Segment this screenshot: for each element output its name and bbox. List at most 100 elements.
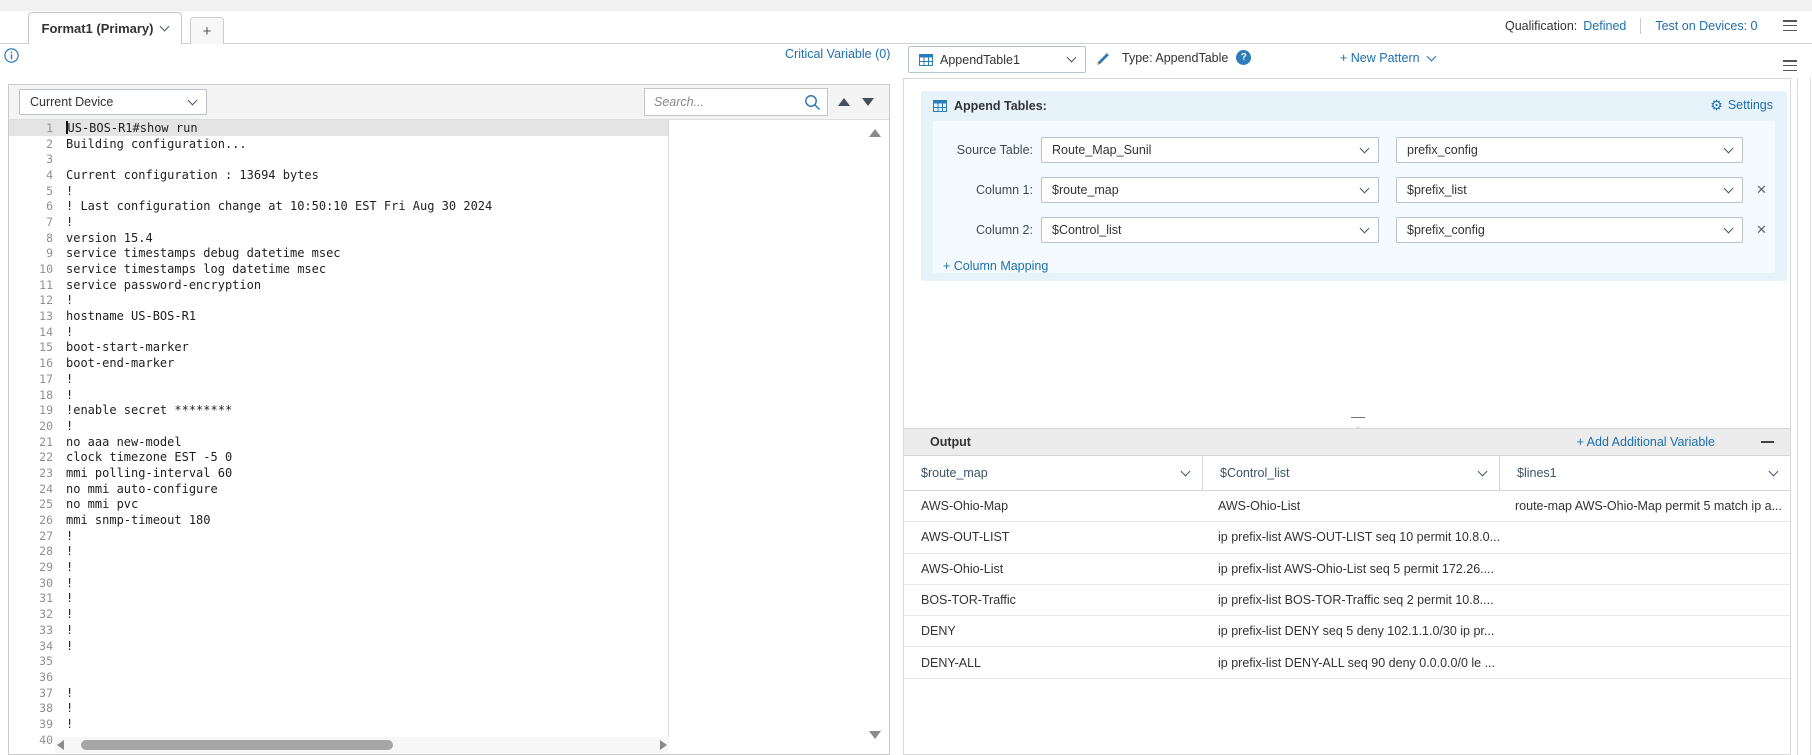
append-left-select[interactable]: $Control_list (1041, 217, 1379, 243)
code-line[interactable]: 31! (9, 591, 668, 607)
horizontal-scrollbar[interactable] (55, 737, 669, 753)
test-on-devices-link[interactable]: Test on Devices: 0 (1655, 19, 1757, 33)
code-line[interactable]: 33! (9, 622, 668, 638)
code-line[interactable]: 20! (9, 418, 668, 434)
output-row[interactable]: AWS-Ohio-Listip prefix-list AWS-Ohio-Lis… (904, 554, 1790, 585)
find-previous-button[interactable] (838, 98, 850, 106)
code-line[interactable]: 18! (9, 387, 668, 403)
search-icon[interactable] (804, 94, 821, 111)
code-line[interactable]: 16boot-end-marker (9, 355, 668, 371)
append-left-select[interactable]: $route_map (1041, 177, 1379, 203)
find-next-button[interactable] (862, 98, 874, 106)
code-line[interactable]: 2Building configuration... (9, 136, 668, 152)
line-number: 12 (9, 293, 53, 307)
qualification-label: Qualification: (1505, 19, 1577, 33)
remove-column-button[interactable]: ✕ (1756, 182, 1767, 198)
hamburger-menu-icon[interactable] (1783, 20, 1797, 31)
append-table-row: Column 1:$route_map$prefix_list✕ (933, 177, 1775, 203)
code-line[interactable]: 21no aaa new-model (9, 434, 668, 450)
code-line[interactable]: 8version 15.4 (9, 230, 668, 246)
code-line[interactable]: 7! (9, 214, 668, 230)
code-line[interactable]: 9service timestamps debug datetime msec (9, 246, 668, 262)
right-scrollbar-track[interactable] (1797, 78, 1811, 755)
code-line[interactable]: 19!enable secret ******** (9, 402, 668, 418)
critical-variable-link[interactable]: Critical Variable (0) (785, 47, 890, 61)
add-tab-button[interactable]: + (190, 17, 224, 44)
code-line[interactable]: 22clock timezone EST -5 0 (9, 449, 668, 465)
output-row[interactable]: AWS-Ohio-MapAWS-Ohio-Listroute-map AWS-O… (904, 491, 1790, 522)
code-line[interactable]: 28! (9, 544, 668, 560)
output-row[interactable]: AWS-OUT-LISTip prefix-list AWS-OUT-LIST … (904, 522, 1790, 553)
line-number: 28 (9, 544, 53, 558)
append-right-select[interactable]: $prefix_config (1396, 217, 1743, 243)
output-row[interactable]: DENY-ALLip prefix-list DENY-ALL seq 90 d… (904, 647, 1790, 678)
code-line[interactable]: 39! (9, 716, 668, 732)
output-column-header[interactable]: $Control_list (1203, 456, 1500, 490)
device-select[interactable]: Current Device (19, 89, 207, 115)
code-line[interactable]: 26mmi snmp-timeout 180 (9, 512, 668, 528)
scroll-up-arrow-icon[interactable] (869, 129, 881, 137)
pattern-type: Type: AppendTable ? (1122, 50, 1251, 65)
line-number: 19 (9, 403, 53, 417)
output-row[interactable]: DENYip prefix-list DENY seq 5 deny 102.1… (904, 616, 1790, 647)
scroll-left-arrow-icon[interactable] (57, 740, 64, 750)
code-line[interactable]: 30! (9, 575, 668, 591)
code-line[interactable]: 4Current configuration : 13694 bytes (9, 167, 668, 183)
editor-toolbar: Current Device (9, 85, 889, 120)
code-line[interactable]: 24no mmi auto-configure (9, 481, 668, 497)
code-lines: 1US-BOS-R1#show run2Building configurati… (9, 120, 668, 748)
append-left-select[interactable]: Route_Map_Sunil (1041, 137, 1379, 163)
code-line[interactable]: 5! (9, 183, 668, 199)
minus-icon[interactable] (1761, 441, 1774, 443)
append-right-select[interactable]: prefix_config (1396, 137, 1743, 163)
code-line[interactable]: 38! (9, 700, 668, 716)
line-number: 27 (9, 529, 53, 543)
settings-button[interactable]: ⚙ Settings (1710, 98, 1773, 112)
code-line[interactable]: 36 (9, 669, 668, 685)
text-cursor (66, 121, 68, 134)
scroll-down-arrow-icon[interactable] (869, 731, 881, 739)
hamburger-menu-icon[interactable] (1783, 60, 1797, 71)
new-pattern-button[interactable]: + New Pattern (1340, 51, 1435, 65)
code-line[interactable]: 34! (9, 638, 668, 654)
qualification-value-link[interactable]: Defined (1583, 19, 1626, 33)
output-section: Output + Add Additional Variable $route_… (904, 428, 1790, 679)
code-line[interactable]: 29! (9, 559, 668, 575)
line-number: 36 (9, 670, 53, 684)
search-input[interactable] (654, 95, 804, 109)
info-icon[interactable] (4, 48, 19, 68)
output-row[interactable]: BOS-TOR-Trafficip prefix-list BOS-TOR-Tr… (904, 585, 1790, 616)
code-line[interactable]: 10service timestamps log datetime msec (9, 261, 668, 277)
code-line[interactable]: 1US-BOS-R1#show run (9, 120, 668, 136)
tab-format1-primary[interactable]: Format1 (Primary) (28, 12, 182, 44)
code-line[interactable]: 15boot-start-marker (9, 340, 668, 356)
scrollbar-thumb[interactable] (81, 740, 393, 750)
code-line[interactable]: 13hostname US-BOS-R1 (9, 308, 668, 324)
code-line[interactable]: 11service password-encryption (9, 277, 668, 293)
output-column-header[interactable]: $route_map (904, 456, 1203, 490)
add-additional-variable-link[interactable]: + Add Additional Variable (1577, 435, 1715, 449)
add-column-mapping-link[interactable]: + Column Mapping (943, 259, 1048, 273)
code-line[interactable]: 23mmi polling-interval 60 (9, 465, 668, 481)
code-line[interactable]: 25no mmi pvc (9, 497, 668, 513)
output-column-header[interactable]: $lines1 (1500, 456, 1790, 490)
remove-column-button[interactable]: ✕ (1756, 222, 1767, 238)
output-cell: AWS-Ohio-List (904, 562, 1203, 576)
append-row-label: Source Table: (933, 143, 1033, 157)
scroll-right-arrow-icon[interactable] (660, 740, 667, 750)
code-line[interactable]: 6! Last configuration change at 10:50:10… (9, 198, 668, 214)
code-line[interactable]: 12! (9, 293, 668, 309)
code-line[interactable]: 37! (9, 685, 668, 701)
code-line[interactable]: 14! (9, 324, 668, 340)
code-line[interactable]: 27! (9, 528, 668, 544)
help-icon[interactable]: ? (1236, 50, 1251, 65)
line-text: ! (53, 701, 73, 715)
pattern-table-select[interactable]: AppendTable1 (908, 46, 1086, 73)
code-line[interactable]: 3 (9, 151, 668, 167)
code-line[interactable]: 32! (9, 606, 668, 622)
code-editor[interactable]: 1US-BOS-R1#show run2Building configurati… (9, 120, 669, 755)
append-right-select[interactable]: $prefix_list (1396, 177, 1743, 203)
edit-pencil-icon[interactable] (1095, 51, 1111, 72)
code-line[interactable]: 17! (9, 371, 668, 387)
code-line[interactable]: 35 (9, 653, 668, 669)
